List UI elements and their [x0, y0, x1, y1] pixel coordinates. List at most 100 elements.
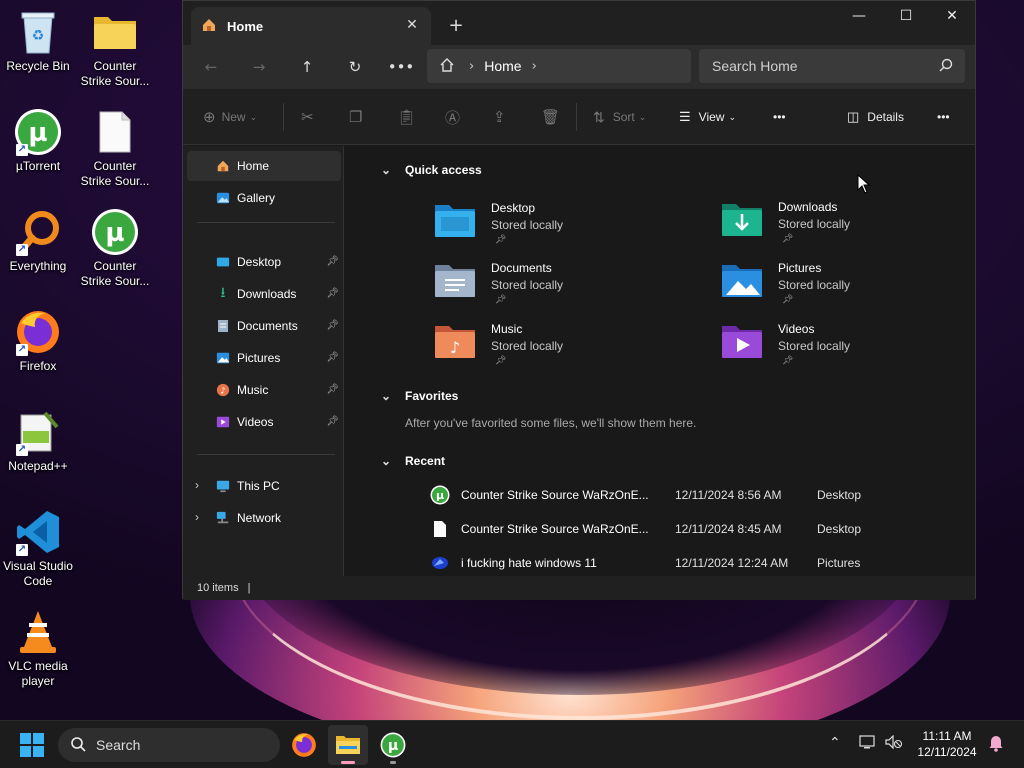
sidebar-item-documents[interactable]: Documents 📌︎ — [187, 311, 341, 341]
sidebar-item-gallery[interactable]: Gallery — [187, 183, 341, 213]
desktop-icon-vlc[interactable]: VLC media player — [0, 608, 76, 689]
desktop-icon-firefox[interactable]: ↗ Firefox — [0, 308, 76, 374]
desktop-icon-everything[interactable]: ↗ Everything — [0, 208, 76, 274]
sidebar-item-videos[interactable]: Videos 📌︎ — [187, 407, 341, 437]
system-clock[interactable]: 11:11 AM 12/11/2024 — [912, 728, 982, 760]
view-button[interactable]: ☰ View ⌄ — [679, 106, 736, 128]
copy-button[interactable]: ❐ — [349, 106, 362, 128]
overflow-menu-button[interactable]: ••• — [937, 106, 950, 128]
chevron-down-icon[interactable]: ⌄ — [381, 163, 391, 177]
pin-icon[interactable]: 📌︎ — [326, 320, 339, 331]
recent-file-row[interactable]: Counter Strike Source WaRzOnE... 12/11/2… — [429, 515, 949, 543]
quick-access-downloads[interactable]: Downloads Stored locally 📌︎ — [720, 200, 970, 254]
recent-file-row[interactable]: µ Counter Strike Source WaRzOnE... 12/11… — [429, 481, 949, 509]
desktop-icon-recycle-bin[interactable]: ♻ Recycle Bin — [0, 8, 76, 74]
document-icon — [91, 108, 139, 156]
new-tab-button[interactable]: + — [445, 15, 467, 37]
taskbar-file-explorer[interactable] — [328, 725, 368, 765]
forward-button[interactable]: → — [245, 53, 273, 81]
desktop-icon-utorrent[interactable]: µ ↗ µTorrent — [0, 108, 76, 174]
sort-button[interactable]: ⇅ Sort ⌄ — [593, 106, 646, 128]
sidebar-item-downloads[interactable]: ⭳ Downloads 📌︎ — [187, 279, 341, 309]
share-button[interactable]: ⇪ — [493, 106, 506, 128]
sidebar-item-pictures[interactable]: Pictures 📌︎ — [187, 343, 341, 373]
taskbar-firefox[interactable] — [284, 725, 324, 765]
quick-access-videos[interactable]: Videos Stored locally 📌︎ — [720, 322, 970, 376]
start-button[interactable] — [20, 733, 44, 757]
desktop-icon-notepadpp[interactable]: ↗ Notepad++ — [0, 408, 76, 474]
chevron-down-icon[interactable]: ⌄ — [381, 389, 391, 403]
tile-subtitle: Stored locally — [778, 217, 851, 231]
network-status-icon[interactable] — [859, 735, 875, 753]
cut-button[interactable]: ✂ — [301, 106, 314, 128]
recent-file-row[interactable]: i fucking hate windows 11 12/11/2024 12:… — [429, 549, 949, 576]
notepad-plus-plus-icon: ↗ — [14, 408, 62, 456]
home-icon — [215, 158, 231, 174]
quick-access-desktop[interactable]: Desktop Stored locally 📌︎ — [433, 201, 683, 255]
section-title: Favorites — [405, 389, 459, 403]
navigation-bar: ← → ↑ ↻ ••• › Home › Search Home — [183, 45, 975, 89]
breadcrumb-home[interactable]: Home — [484, 58, 521, 74]
item-count: 10 items — [197, 582, 239, 594]
section-header-recent[interactable]: ⌄ Recent — [381, 454, 445, 468]
utorrent-icon: µ ↗ — [14, 108, 62, 156]
back-button[interactable]: ← — [197, 53, 225, 81]
pin-icon[interactable]: 📌︎ — [326, 352, 339, 363]
desktop-icon-vscode[interactable]: ↗ Visual Studio Code — [0, 508, 76, 589]
desktop-icon-cs-folder[interactable]: Counter Strike Sour... — [77, 8, 153, 89]
pin-icon[interactable]: 📌︎ — [326, 384, 339, 395]
sidebar-item-desktop[interactable]: Desktop 📌︎ — [187, 247, 341, 277]
scissors-icon: ✂ — [301, 109, 314, 126]
pin-icon: 📌︎ — [495, 235, 507, 245]
chevron-down-icon[interactable]: ⌄ — [381, 454, 391, 468]
expand-chevron-icon[interactable]: › — [195, 510, 199, 524]
details-button[interactable]: ◫ Details — [847, 106, 904, 128]
firefox-icon — [292, 733, 316, 757]
show-hidden-icons-chevron-icon[interactable]: ⌃ — [829, 735, 841, 751]
sidebar-label: Pictures — [237, 351, 281, 365]
chevron-right-icon[interactable]: › — [532, 59, 537, 74]
address-bar[interactable]: › Home › — [427, 49, 691, 83]
more-nav-button[interactable]: ••• — [387, 53, 415, 81]
search-placeholder: Search Home — [712, 58, 798, 74]
paste-button[interactable]: 📋︎ — [397, 106, 416, 128]
sidebar-item-music[interactable]: ♪ Music 📌︎ — [187, 375, 341, 405]
maximize-button[interactable]: ☐ — [883, 1, 929, 33]
pin-icon[interactable]: 📌︎ — [326, 288, 339, 299]
pin-icon[interactable]: 📌︎ — [326, 416, 339, 427]
image-file-icon — [429, 552, 451, 574]
quick-access-documents[interactable]: Documents Stored locally 📌︎ — [433, 261, 683, 315]
notification-bell-icon[interactable] — [988, 734, 1004, 756]
taskbar-utorrent[interactable]: µ — [373, 725, 413, 765]
more-options-button[interactable]: ••• — [773, 106, 786, 128]
refresh-button[interactable]: ↻ — [341, 53, 369, 81]
expand-chevron-icon[interactable]: › — [195, 478, 199, 492]
up-button[interactable]: ↑ — [293, 53, 321, 81]
volume-muted-icon[interactable] — [885, 734, 903, 753]
chevron-down-icon: ⌄ — [638, 111, 647, 122]
new-button[interactable]: ⊕ New ⌄ — [203, 106, 257, 128]
desktop-icon-cs-torrent[interactable]: µ Counter Strike Sour... — [77, 208, 153, 289]
sidebar-item-home[interactable]: Home — [187, 151, 341, 181]
music-icon: ♪ — [215, 382, 231, 398]
close-window-button[interactable]: ✕ — [929, 1, 975, 33]
tab-home[interactable]: Home ✕ — [191, 7, 431, 45]
delete-button[interactable]: 🗑︎ — [541, 106, 560, 128]
status-bar: 10 items | — [183, 576, 975, 600]
quick-access-music[interactable]: ♪ Music Stored locally 📌︎ — [433, 322, 683, 376]
taskbar-search-box[interactable]: Search — [58, 728, 280, 762]
tile-name: Documents — [491, 261, 552, 275]
pin-icon[interactable]: 📌︎ — [326, 256, 339, 267]
pictures-icon — [215, 350, 231, 366]
sidebar-item-network[interactable]: › Network — [187, 503, 341, 533]
close-tab-icon[interactable]: ✕ — [403, 16, 421, 34]
rename-button[interactable]: Ⓐ — [445, 106, 460, 128]
sidebar-item-this-pc[interactable]: › This PC — [187, 471, 341, 501]
search-box[interactable]: Search Home — [699, 49, 965, 83]
details-pane-icon: ◫ — [847, 109, 860, 124]
minimize-button[interactable]: — — [836, 1, 882, 33]
desktop-icon-cs-file[interactable]: Counter Strike Sour... — [77, 108, 153, 189]
section-header-quick-access[interactable]: ⌄ Quick access — [381, 163, 482, 177]
quick-access-pictures[interactable]: Pictures Stored locally 📌︎ — [720, 261, 970, 315]
section-header-favorites[interactable]: ⌄ Favorites — [381, 389, 459, 403]
